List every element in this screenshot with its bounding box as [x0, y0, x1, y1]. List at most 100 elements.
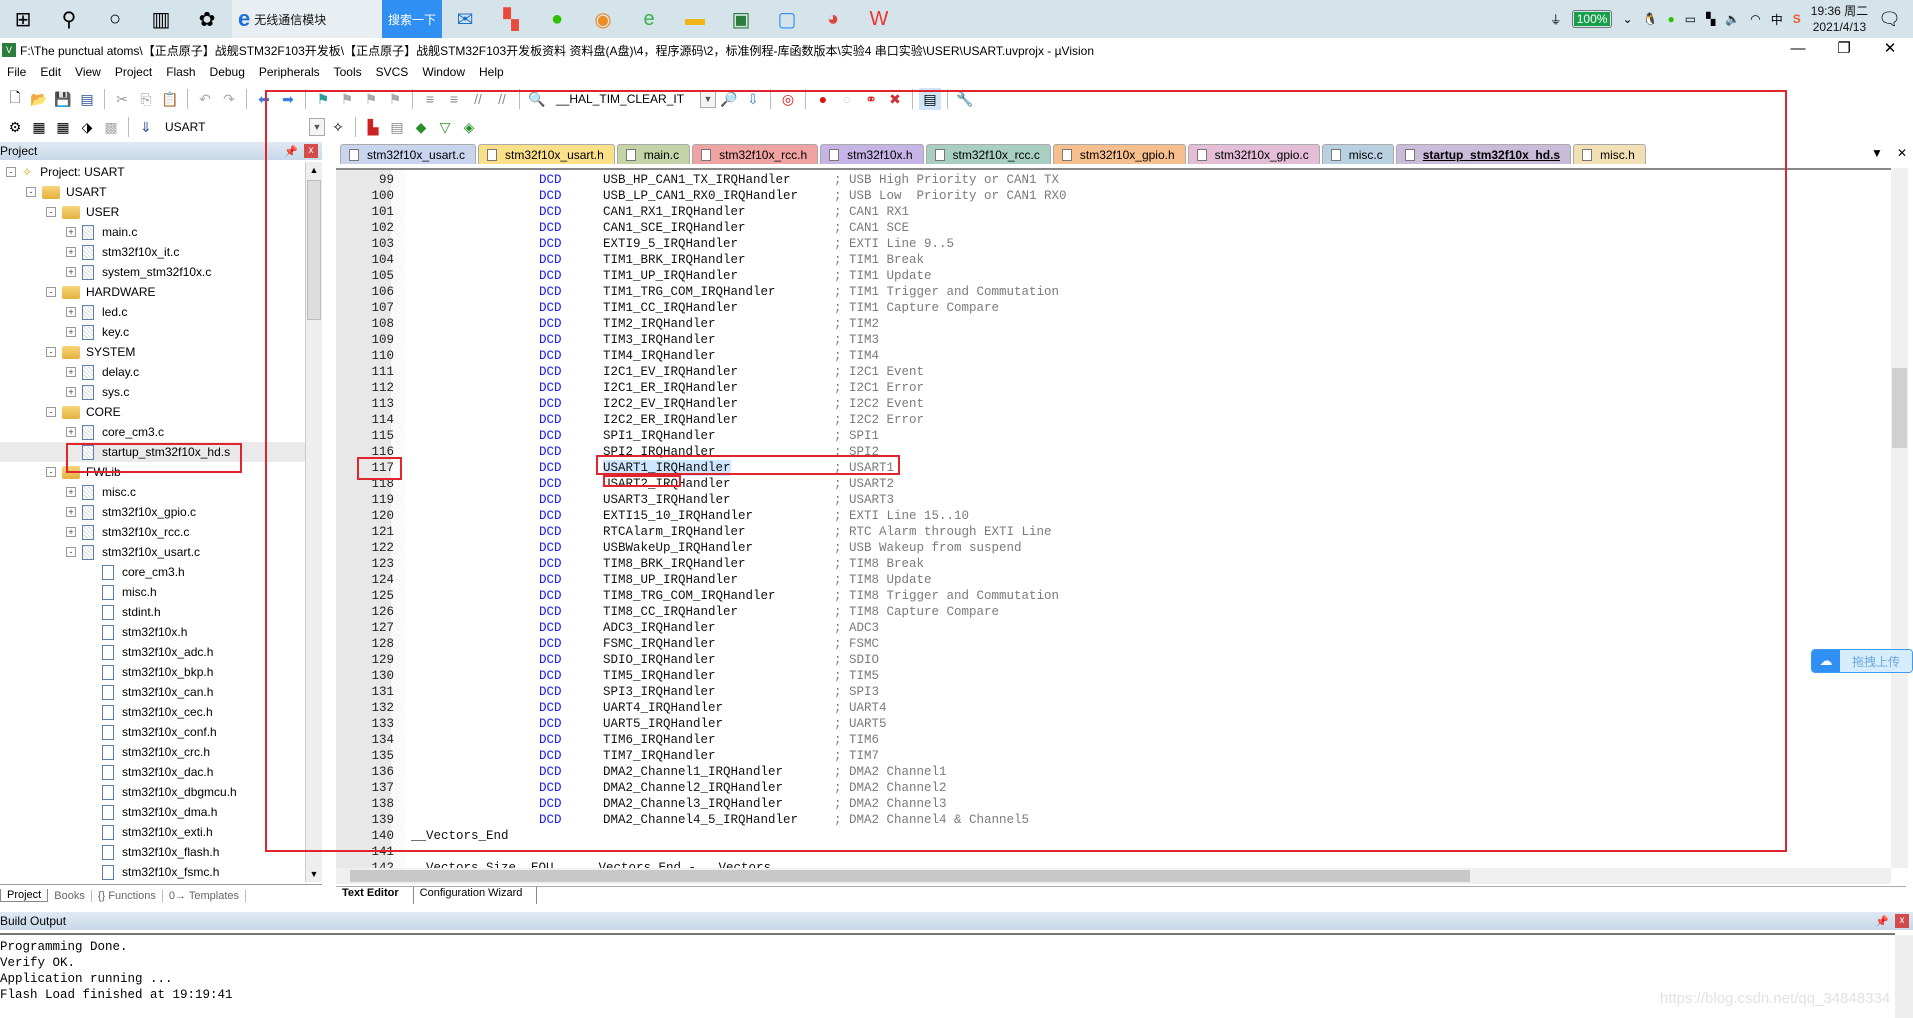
paste-icon[interactable]: 📋: [159, 88, 181, 110]
menu-file[interactable]: File: [0, 65, 33, 79]
code-line[interactable]: 121 DCD RTCAlarm_IRQHandler ; RTC Alarm thr…: [336, 524, 1876, 540]
find-combo-value[interactable]: __HAL_TIM_CLEAR_IT: [550, 92, 700, 106]
editor-tab[interactable]: misc.h: [1573, 144, 1646, 164]
code-line[interactable]: 136 DCD DMA2_Channel1_IRQHandler ; DMA2 Cha…: [336, 764, 1876, 780]
scroll-thumb[interactable]: [307, 180, 321, 320]
tree-item[interactable]: + core_cm3.c: [0, 422, 305, 442]
breakpoint-enable-icon[interactable]: ○: [836, 88, 858, 110]
tree-item[interactable]: + misc.c: [0, 482, 305, 502]
code-line[interactable]: 138 DCD DMA2_Channel3_IRQHandler ; DMA2 Cha…: [336, 796, 1876, 812]
breakpoint-disable-all-icon[interactable]: ⚭: [860, 88, 882, 110]
editor-tab[interactable]: stm32f10x_gpio.h: [1052, 144, 1186, 164]
editor-tab[interactable]: main.c: [616, 144, 691, 164]
tree-item[interactable]: + main.c: [0, 222, 305, 242]
copy-icon[interactable]: ⎘: [135, 88, 157, 110]
tab-templates[interactable]: 0→ Templates: [163, 889, 247, 902]
target-combo-value[interactable]: USART: [159, 120, 309, 134]
code-line[interactable]: 129 DCD SDIO_IRQHandler ; SDIO: [336, 652, 1876, 668]
tree-item[interactable]: - USART: [0, 182, 305, 202]
build-icon[interactable]: ▦: [28, 116, 50, 138]
tree-item[interactable]: misc.h: [0, 582, 305, 602]
pack-installer-icon[interactable]: ◈: [458, 116, 480, 138]
file-explorer-icon[interactable]: ▬: [672, 0, 718, 38]
editor-tab[interactable]: stm32f10x_gpio.c: [1187, 144, 1320, 164]
code-line[interactable]: 108 DCD TIM2_IRQHandler ; TIM2: [336, 316, 1876, 332]
expand-icon[interactable]: +: [66, 527, 76, 537]
tree-item[interactable]: stm32f10x_crc.h: [0, 742, 305, 762]
code-line[interactable]: 99 DCD USB_HP_CAN1_TX_IRQHandler ; USB High…: [336, 172, 1876, 188]
code-line[interactable]: 130 DCD TIM5_IRQHandler ; TIM5: [336, 668, 1876, 684]
cortana-icon[interactable]: ○: [92, 0, 138, 38]
app-tray-icon[interactable]: ▚: [1706, 12, 1715, 26]
pin-icon[interactable]: 📌: [1875, 915, 1889, 928]
tab-functions[interactable]: {} Functions: [92, 889, 163, 902]
tree-item[interactable]: + delay.c: [0, 362, 305, 382]
tree-item[interactable]: stm32f10x_conf.h: [0, 722, 305, 742]
code-line[interactable]: 124 DCD TIM8_UP_IRQHandler ; TIM8 Update: [336, 572, 1876, 588]
project-tree-scrollbar[interactable]: ▲ ▼: [305, 162, 322, 882]
new-file-icon[interactable]: 🗋: [4, 88, 26, 110]
upload-widget[interactable]: ☁ 拖拽上传: [1811, 649, 1913, 673]
window-layout-icon[interactable]: ▤: [919, 88, 941, 110]
code-line[interactable]: 125 DCD TIM8_TRG_COM_IRQHandler ; TIM8 Trig…: [336, 588, 1876, 604]
target-combo[interactable]: USART ▼: [159, 117, 325, 137]
menu-view[interactable]: View: [68, 65, 108, 79]
editor-tab[interactable]: stm32f10x_rcc.h: [692, 144, 819, 164]
code-line[interactable]: 117 DCD USART1_IRQHandler ; USART1: [336, 460, 1876, 476]
code-line[interactable]: 116 DCD SPI2_IRQHandler ; SPI2: [336, 444, 1876, 460]
tab-project[interactable]: Project: [0, 889, 49, 902]
scroll-up-icon[interactable]: ▲: [306, 162, 322, 178]
tree-item[interactable]: stm32f10x.h: [0, 622, 305, 642]
bookmark-toggle-icon[interactable]: ⚑: [312, 88, 334, 110]
code-line[interactable]: 141: [336, 844, 1876, 860]
tree-item[interactable]: stm32f10x_dma.h: [0, 802, 305, 822]
keil-icon[interactable]: ▣: [718, 0, 764, 38]
tree-item[interactable]: + sys.c: [0, 382, 305, 402]
sogou-icon[interactable]: S: [1793, 12, 1801, 26]
editor-horizontal-scrollbar[interactable]: [336, 868, 1891, 884]
tree-item[interactable]: + led.c: [0, 302, 305, 322]
wechat-icon[interactable]: ●: [534, 0, 580, 38]
expand-icon[interactable]: +: [66, 267, 76, 277]
code-line[interactable]: 106 DCD TIM1_TRG_COM_IRQHandler ; TIM1 Trig…: [336, 284, 1876, 300]
menu-tools[interactable]: Tools: [327, 65, 369, 79]
collapse-icon[interactable]: -: [66, 547, 76, 557]
code-line[interactable]: 131 DCD SPI3_IRQHandler ; SPI3: [336, 684, 1876, 700]
code-line[interactable]: 122 DCD USBWakeUp_IRQHandler ; USB Wakeup f…: [336, 540, 1876, 556]
configure-icon[interactable]: 🔧: [954, 88, 976, 110]
editor-tab[interactable]: stm32f10x_usart.h: [478, 144, 615, 164]
tree-item[interactable]: stm32f10x_dbgmcu.h: [0, 782, 305, 802]
scroll-down-icon[interactable]: ▼: [306, 866, 322, 882]
tree-item[interactable]: startup_stm32f10x_hd.s: [0, 442, 305, 462]
tree-item[interactable]: stm32f10x_adc.h: [0, 642, 305, 662]
baidu-netdisk-icon[interactable]: ▢: [764, 0, 810, 38]
build-output-scrollbar[interactable]: [1895, 935, 1913, 1018]
code-line[interactable]: 104 DCD TIM1_BRK_IRQHandler ; TIM1 Break: [336, 252, 1876, 268]
batch-build-icon[interactable]: ⬗: [76, 116, 98, 138]
code-line[interactable]: 114 DCD I2C2_ER_IRQHandler ; I2C2 Error: [336, 412, 1876, 428]
tree-item[interactable]: stm32f10x_cec.h: [0, 702, 305, 722]
tree-item[interactable]: + system_stm32f10x.c: [0, 262, 305, 282]
scroll-thumb[interactable]: [1892, 368, 1907, 448]
navigate-back-icon[interactable]: ⬅: [253, 88, 275, 110]
tree-item[interactable]: + key.c: [0, 322, 305, 342]
expand-icon[interactable]: +: [66, 227, 76, 237]
search-text[interactable]: 无线通信模块: [254, 11, 326, 28]
wps-icon[interactable]: W: [856, 0, 902, 38]
editor-tab[interactable]: startup_stm32f10x_hd.s: [1395, 144, 1572, 164]
tree-item[interactable]: stm32f10x_dac.h: [0, 762, 305, 782]
incremental-find-icon[interactable]: ⇩: [742, 88, 764, 110]
download-load-icon[interactable]: ⇓: [135, 116, 157, 138]
code-line[interactable]: 113 DCD I2C2_EV_IRQHandler ; I2C2 Event: [336, 396, 1876, 412]
manage-project-items-icon[interactable]: ▙: [362, 116, 384, 138]
scroll-thumb[interactable]: [350, 870, 1470, 882]
collapse-icon[interactable]: -: [46, 207, 56, 217]
cut-icon[interactable]: ✂: [111, 88, 133, 110]
tree-item[interactable]: stm32f10x_fsmc.h: [0, 862, 305, 882]
chevron-down-icon[interactable]: ▼: [700, 90, 716, 108]
ie-green-icon[interactable]: e: [626, 0, 672, 38]
close-pane-icon[interactable]: x: [304, 144, 318, 158]
windows-start-icon[interactable]: ⊞: [0, 0, 46, 38]
bookmark-clear-icon[interactable]: ⚑: [384, 88, 406, 110]
collapse-icon[interactable]: -: [46, 467, 56, 477]
